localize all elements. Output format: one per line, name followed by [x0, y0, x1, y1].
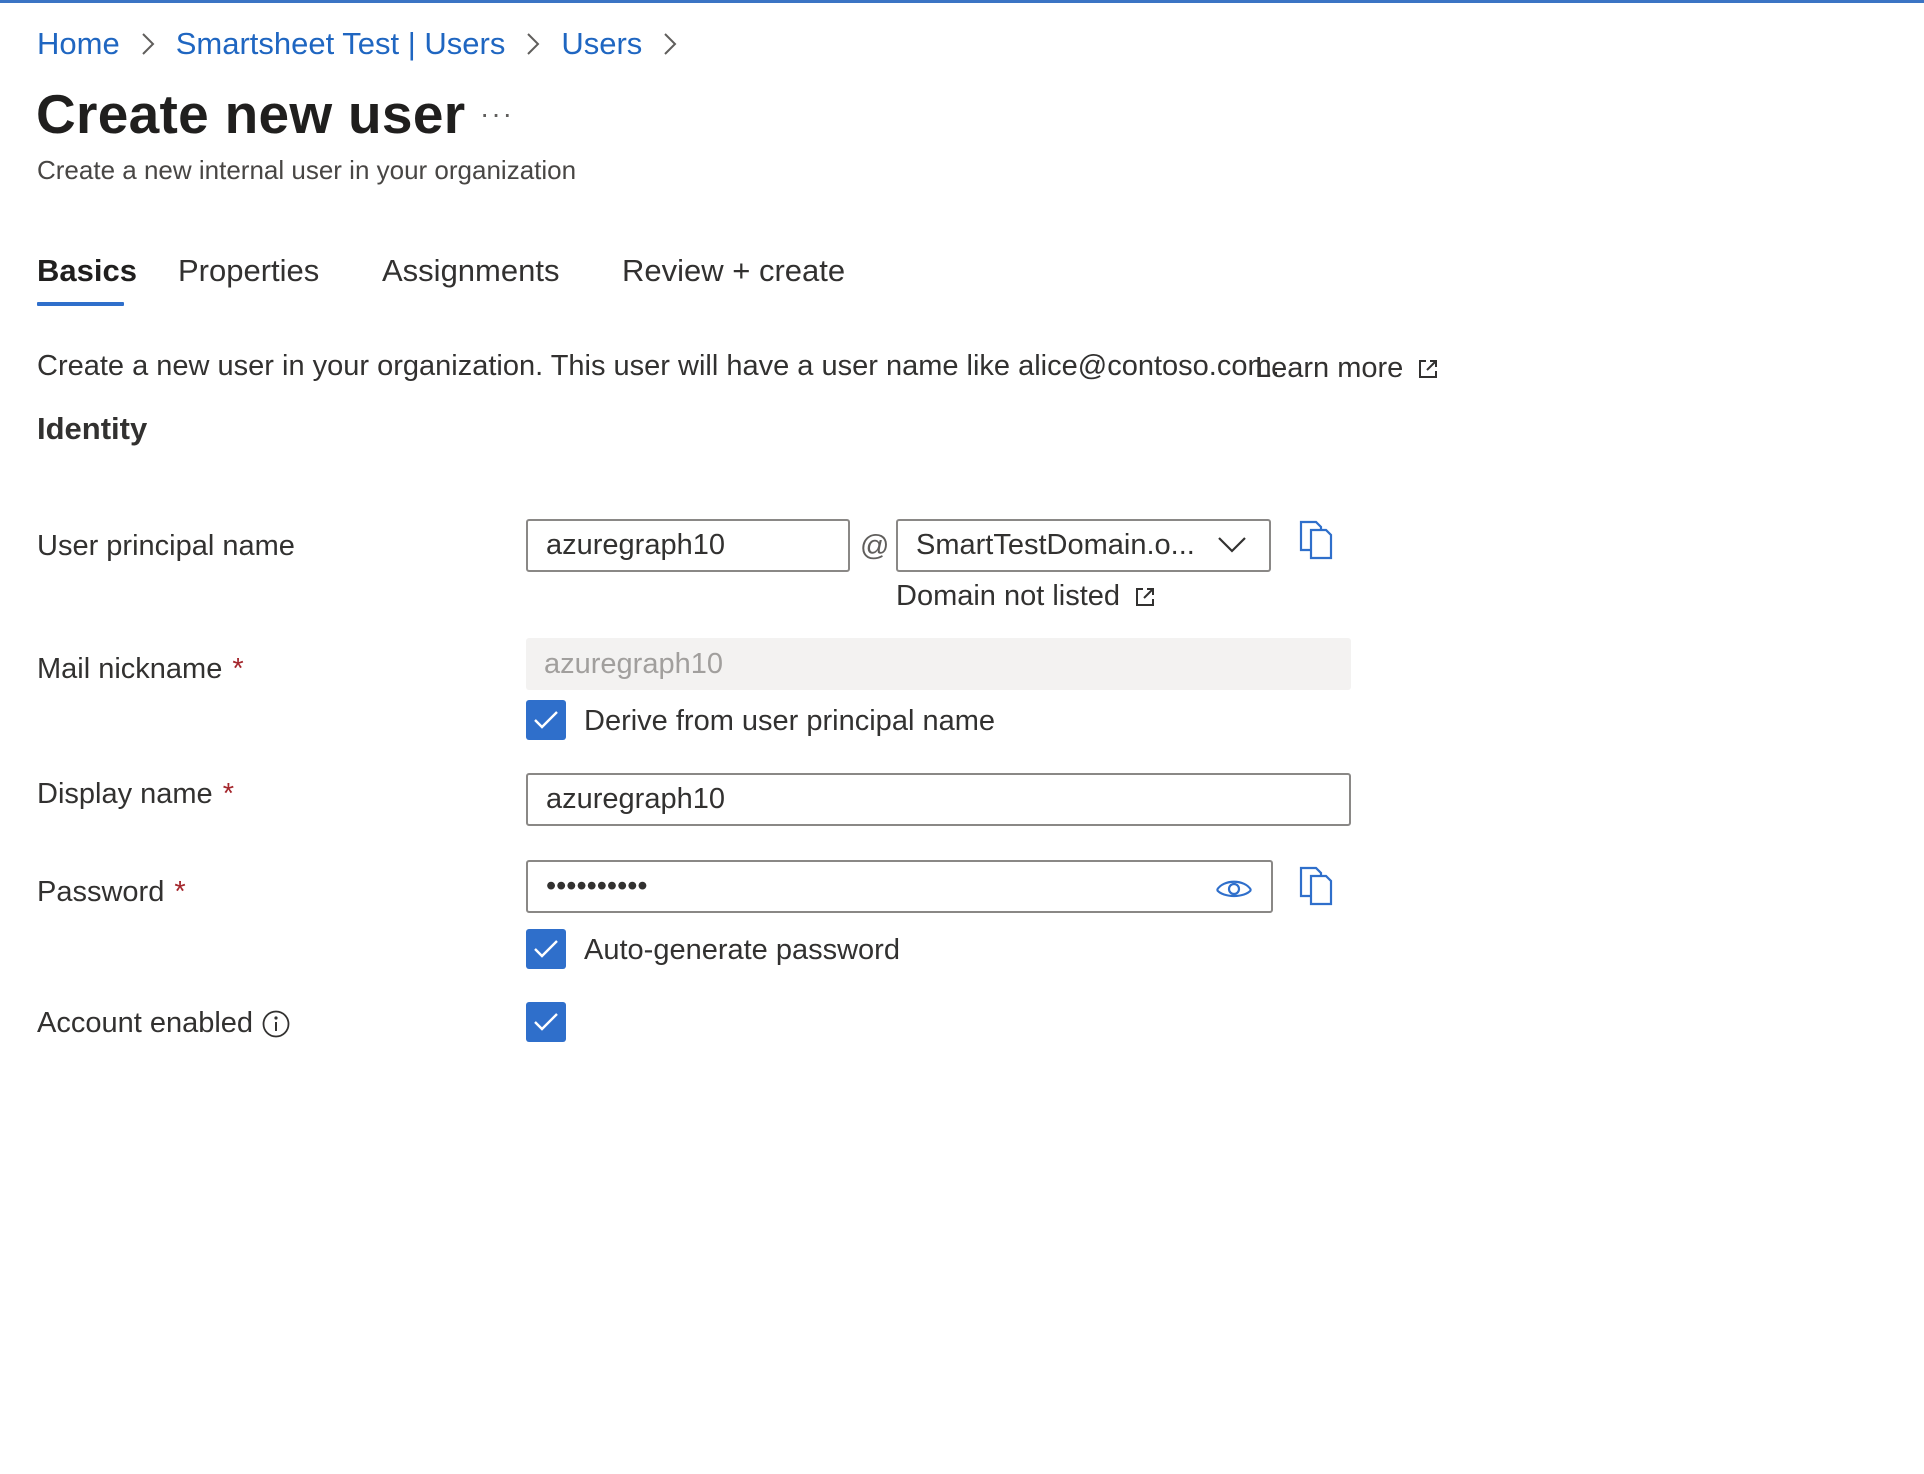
- password-value: ••••••••••: [546, 870, 648, 902]
- checkmark-icon: [534, 1013, 558, 1031]
- breadcrumb-home[interactable]: Home: [37, 26, 120, 62]
- mail-nickname-label: Mail nickname *: [37, 653, 244, 686]
- derive-checkbox[interactable]: [526, 700, 566, 740]
- account-enabled-checkbox[interactable]: [526, 1002, 566, 1042]
- breadcrumb-users[interactable]: Users: [561, 26, 642, 62]
- tab-assignments[interactable]: Assignments: [382, 253, 559, 289]
- top-accent-line: [0, 0, 1924, 3]
- mail-nickname-label-text: Mail nickname: [37, 653, 223, 685]
- checkmark-icon: [534, 711, 558, 729]
- upn-input[interactable]: azuregraph10: [526, 519, 850, 572]
- mail-nickname-value: azuregraph10: [544, 647, 723, 680]
- derive-label: Derive from user principal name: [584, 705, 995, 737]
- account-enabled-label: Account enabled: [37, 1007, 291, 1040]
- display-name-label-text: Display name: [37, 778, 213, 810]
- page-subtitle: Create a new internal user in your organ…: [37, 155, 577, 185]
- domain-value: SmartTestDomain.o...: [916, 529, 1195, 561]
- active-tab-indicator: [37, 302, 124, 306]
- intro-text: Create a new user in your organization. …: [37, 350, 1280, 382]
- external-link-icon: [1419, 359, 1438, 378]
- upn-label: User principal name: [37, 530, 295, 563]
- password-label-text: Password: [37, 876, 165, 908]
- required-asterisk: *: [232, 653, 244, 685]
- autogenerate-label: Auto-generate password: [584, 934, 900, 966]
- learn-more-label: Learn more: [1255, 352, 1404, 384]
- more-options-button[interactable]: ···: [480, 98, 514, 130]
- required-asterisk: *: [222, 778, 234, 810]
- display-name-value: azuregraph10: [546, 783, 725, 815]
- tab-review-create[interactable]: Review + create: [622, 253, 845, 289]
- external-link-icon: [1136, 587, 1155, 606]
- chevron-right-icon: [505, 32, 561, 56]
- breadcrumb-smartsheet-users[interactable]: Smartsheet Test | Users: [176, 26, 506, 62]
- copy-icon[interactable]: [1298, 866, 1334, 906]
- mail-nickname-input: azuregraph10: [526, 638, 1351, 690]
- chevron-down-icon: [1218, 537, 1246, 553]
- autogenerate-checkbox[interactable]: [526, 929, 566, 969]
- learn-more-link[interactable]: Learn more: [1255, 352, 1439, 385]
- info-icon[interactable]: [261, 1009, 291, 1039]
- tab-properties[interactable]: Properties: [178, 253, 319, 289]
- chevron-right-icon: [642, 32, 698, 56]
- tab-basics[interactable]: Basics: [37, 253, 137, 289]
- upn-label-text: User principal name: [37, 530, 295, 562]
- password-input[interactable]: ••••••••••: [526, 860, 1273, 913]
- display-name-input[interactable]: azuregraph10: [526, 773, 1351, 826]
- account-enabled-label-text: Account enabled: [37, 1007, 254, 1039]
- domain-dropdown[interactable]: SmartTestDomain.o...: [896, 519, 1271, 572]
- display-name-label: Display name *: [37, 778, 234, 811]
- at-sign: @: [860, 530, 890, 562]
- eye-icon[interactable]: [1215, 876, 1253, 900]
- breadcrumb: Home Smartsheet Test | Users Users: [37, 26, 698, 62]
- domain-not-listed-label: Domain not listed: [896, 580, 1121, 612]
- chevron-right-icon: [120, 32, 176, 56]
- copy-icon[interactable]: [1298, 520, 1334, 560]
- domain-not-listed-link[interactable]: Domain not listed: [896, 580, 1156, 613]
- required-asterisk: *: [174, 876, 186, 908]
- section-identity: Identity: [37, 411, 148, 446]
- checkmark-icon: [534, 940, 558, 958]
- page-title: Create new user: [36, 83, 466, 145]
- upn-value: azuregraph10: [546, 529, 725, 561]
- password-label: Password *: [37, 876, 186, 909]
